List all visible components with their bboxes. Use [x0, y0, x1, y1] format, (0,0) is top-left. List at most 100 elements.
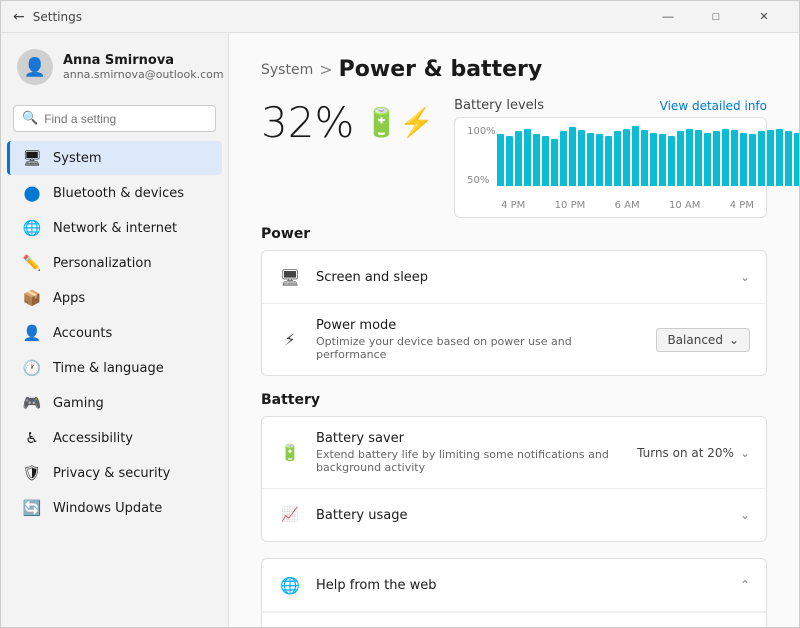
chart-bar: [641, 130, 648, 186]
battery-usage-text: Battery usage: [316, 508, 726, 523]
back-icon[interactable]: ←: [13, 9, 25, 25]
chart-bar: [650, 133, 657, 186]
chart-bar: [794, 133, 799, 186]
sidebar-item-privacy[interactable]: 🛡 Privacy & security: [7, 456, 222, 490]
help-chevron-up: ⌃: [740, 578, 750, 592]
content-area: System > Power & battery 32% 🔋⚡ Battery …: [229, 33, 799, 627]
personalization-icon: ✏️: [23, 254, 41, 272]
dropdown-chevron: ⌄: [729, 333, 739, 347]
changing-power-mode-link[interactable]: Changing power mode: [278, 619, 766, 627]
y-axis: 100% 50%: [467, 126, 497, 186]
update-icon: 🔄: [23, 499, 41, 517]
chart-bar: [704, 133, 711, 186]
chart-bar: [614, 131, 621, 186]
x-label-3: 10 AM: [669, 200, 700, 211]
power-mode-row[interactable]: ⚡ Power mode Optimize your device based …: [262, 304, 766, 375]
chart-bar: [542, 136, 549, 186]
avatar: 👤: [17, 49, 53, 85]
sidebar-item-time[interactable]: 🕐 Time & language: [7, 351, 222, 385]
sidebar-item-update[interactable]: 🔄 Windows Update: [7, 491, 222, 525]
search-input[interactable]: [44, 112, 207, 126]
chart-bar: [722, 129, 729, 186]
apps-icon: 📦: [23, 289, 41, 307]
sidebar-item-gaming[interactable]: 🎮 Gaming: [7, 386, 222, 420]
minimize-button[interactable]: —: [645, 1, 691, 33]
power-mode-dropdown[interactable]: Balanced ⌄: [656, 328, 750, 352]
user-email: anna.smirnova@outlook.com: [63, 68, 224, 81]
battery-chart: 100% 50% 4 PM 10 PM 6 AM: [454, 117, 767, 218]
chart-bar: [785, 131, 792, 186]
chart-bar: [596, 134, 603, 186]
battery-chart-header: Battery levels View detailed info: [454, 98, 767, 113]
battery-card: 🔋 Battery saver Extend battery life by l…: [261, 416, 767, 542]
x-axis: 4 PM 10 PM 6 AM 10 AM 4 PM: [501, 200, 754, 211]
titlebar-title: Settings: [33, 10, 82, 24]
battery-main: 32% 🔋⚡: [261, 98, 434, 218]
titlebar-left: ← Settings: [13, 9, 82, 25]
titlebar-controls: — □ ✕: [645, 1, 787, 33]
sidebar-item-label-system: System: [53, 151, 101, 166]
sidebar-item-network[interactable]: 🌐 Network & internet: [7, 211, 222, 245]
battery-saver-chevron: ⌄: [740, 446, 750, 460]
network-icon: 🌐: [23, 219, 41, 237]
power-mode-action[interactable]: Balanced ⌄: [656, 328, 750, 352]
view-detailed-link[interactable]: View detailed info: [660, 99, 767, 113]
time-icon: 🕐: [23, 359, 41, 377]
power-card: 🖥 Screen and sleep ⌄ ⚡ Power mode Optimi…: [261, 250, 767, 376]
sidebar-item-label-accounts: Accounts: [53, 326, 112, 341]
screen-sleep-icon: 🖥: [278, 265, 302, 289]
user-name: Anna Smirnova: [63, 53, 224, 68]
help-icon: 🌐: [278, 573, 302, 597]
power-mode-text: Power mode Optimize your device based on…: [316, 318, 642, 361]
maximize-button[interactable]: □: [693, 1, 739, 33]
power-mode-desc: Optimize your device based on power use …: [316, 335, 642, 361]
battery-usage-row[interactable]: 📈 Battery usage ⌄: [262, 489, 766, 541]
chart-bar: [677, 131, 684, 186]
battery-section-header: Battery: [261, 392, 767, 408]
screen-sleep-row[interactable]: 🖥 Screen and sleep ⌄: [262, 251, 766, 304]
power-mode-title: Power mode: [316, 318, 642, 333]
bluetooth-icon: ⬤: [23, 184, 41, 202]
sidebar: 👤 Anna Smirnova anna.smirnova@outlook.co…: [1, 33, 229, 627]
screen-sleep-chevron: ⌄: [740, 270, 750, 284]
chart-bar: [686, 129, 693, 186]
close-button[interactable]: ✕: [741, 1, 787, 33]
power-mode-value: Balanced: [667, 333, 722, 347]
sidebar-item-system[interactable]: 🖥 System: [7, 141, 222, 175]
chart-bar: [749, 134, 756, 186]
battery-charging-icon: 🔋⚡: [364, 106, 434, 139]
chart-bar: [632, 126, 639, 186]
user-profile[interactable]: 👤 Anna Smirnova anna.smirnova@outlook.co…: [1, 41, 228, 101]
chart-bar: [668, 136, 675, 186]
battery-saver-text: Battery saver Extend battery life by lim…: [316, 431, 623, 474]
chart-bar: [776, 129, 783, 186]
battery-levels-label: Battery levels: [454, 98, 544, 113]
sidebar-item-personalization[interactable]: ✏️ Personalization: [7, 246, 222, 280]
breadcrumb-separator: >: [319, 60, 332, 79]
chart-bar: [560, 131, 567, 186]
system-icon: 🖥: [23, 149, 41, 167]
titlebar: ← Settings — □ ✕: [1, 1, 799, 33]
search-box[interactable]: 🔍: [13, 105, 216, 132]
chart-bar: [551, 139, 558, 186]
chart-bar: [569, 127, 576, 186]
sidebar-item-bluetooth[interactable]: ⬤ Bluetooth & devices: [7, 176, 222, 210]
help-header-row[interactable]: 🌐 Help from the web ⌃: [262, 559, 766, 612]
help-card: 🌐 Help from the web ⌃ Changing power mod…: [261, 558, 767, 627]
chart-bar: [497, 134, 504, 186]
chart-bar: [506, 136, 513, 186]
chart-bars-container: [497, 126, 799, 186]
battery-saver-desc: Extend battery life by limiting some not…: [316, 448, 623, 474]
sidebar-item-label-update: Windows Update: [53, 501, 162, 516]
chart-bar: [713, 131, 720, 186]
battery-usage-title: Battery usage: [316, 508, 726, 523]
battery-saver-row[interactable]: 🔋 Battery saver Extend battery life by l…: [262, 417, 766, 489]
sidebar-item-apps[interactable]: 📦 Apps: [7, 281, 222, 315]
nav-list: 🖥 System ⬤ Bluetooth & devices 🌐 Network…: [1, 140, 228, 526]
y-label-100: 100%: [467, 126, 493, 137]
sidebar-item-accessibility[interactable]: ♿ Accessibility: [7, 421, 222, 455]
chart-bar: [623, 129, 630, 186]
accessibility-icon: ♿: [23, 429, 41, 447]
turns-on-label: Turns on at 20%: [637, 446, 734, 460]
sidebar-item-accounts[interactable]: 👤 Accounts: [7, 316, 222, 350]
